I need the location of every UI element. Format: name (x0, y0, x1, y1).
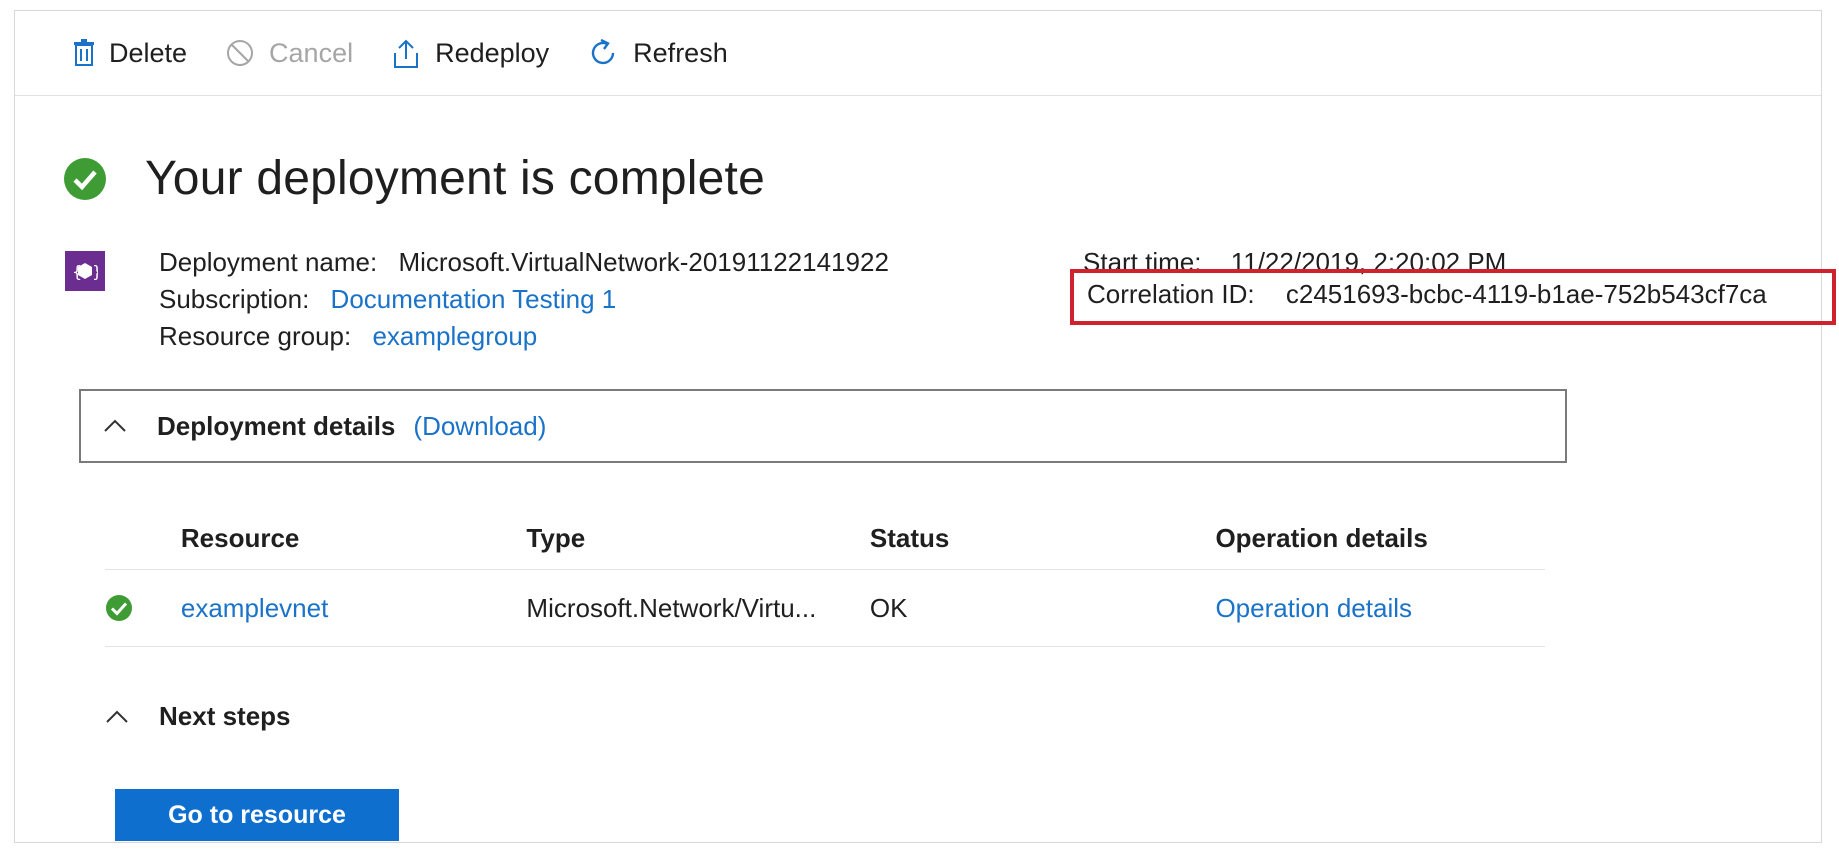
resource-type: Microsoft.Network/Virtu... (526, 592, 817, 623)
chevron-up-icon[interactable] (103, 419, 127, 433)
refresh-icon (591, 38, 615, 65)
correlation-id-highlight (1070, 269, 1836, 325)
operation-details-link[interactable]: Operation details (1215, 593, 1545, 624)
delete-button[interactable]: Delete (73, 38, 187, 69)
resource-link[interactable]: examplevnet (181, 593, 527, 624)
deployment-name-value: Microsoft.VirtualNetwork-20191122141922 (398, 247, 889, 277)
table-row: examplevnet Microsoft.Network/Virtu... O… (105, 570, 1545, 647)
deployment-name-row: Deployment name: Microsoft.VirtualNetwor… (159, 244, 889, 281)
refresh-label: Refresh (633, 37, 728, 68)
cancel-button[interactable]: Cancel (225, 38, 353, 69)
chevron-up-icon[interactable] (105, 710, 129, 724)
column-header-operation-details: Operation details (1215, 522, 1428, 553)
cancel-icon (227, 40, 254, 66)
deployment-status-header: Your deployment is complete (63, 151, 765, 206)
resource-group-icon: { } (65, 251, 105, 291)
next-steps-title: Next steps (159, 701, 291, 731)
deployment-overview-panel: Delete Cancel Redeploy Refresh Your depl… (14, 10, 1836, 843)
subscription-link[interactable]: Documentation Testing 1 (331, 284, 617, 314)
resource-status: OK (869, 592, 908, 623)
command-bar: Delete Cancel Redeploy Refresh (15, 11, 1821, 96)
resource-group-row: Resource group: examplegroup (159, 318, 889, 355)
page-title: Your deployment is complete (145, 152, 765, 205)
upload-icon (394, 39, 419, 68)
column-header-resource: Resource (180, 522, 300, 553)
resource-group-label: Resource group: (159, 321, 352, 351)
table-header: Resource Type Status Operation details (105, 507, 1545, 570)
deployment-name-label: Deployment name: (159, 247, 378, 277)
trash-icon (74, 39, 94, 66)
resource-group-link[interactable]: examplegroup (372, 321, 537, 351)
redeploy-label: Redeploy (435, 37, 550, 68)
go-to-resource-button[interactable]: Go to resource (115, 789, 399, 841)
deployment-details-title: Deployment details (157, 410, 396, 441)
column-header-type: Type (526, 522, 586, 553)
check-circle-icon (106, 595, 132, 621)
subscription-label: Subscription: (159, 284, 310, 314)
cancel-label: Cancel (269, 37, 354, 68)
check-circle-icon (64, 157, 106, 200)
redeploy-button[interactable]: Redeploy (391, 37, 549, 69)
svg-text:}: } (92, 262, 98, 281)
resources-table: Resource Type Status Operation details e… (105, 507, 1545, 647)
subscription-row: Subscription: Documentation Testing 1 (159, 281, 889, 318)
column-header-status: Status (869, 522, 950, 553)
next-steps-section[interactable]: Next steps (105, 701, 291, 732)
deployment-details-section[interactable]: Deployment details (Download) (79, 389, 1567, 463)
download-link[interactable]: (Download) (413, 411, 546, 442)
delete-label: Delete (109, 37, 188, 68)
refresh-button[interactable]: Refresh (587, 37, 728, 69)
deployment-info: Deployment name: Microsoft.VirtualNetwor… (159, 244, 889, 355)
